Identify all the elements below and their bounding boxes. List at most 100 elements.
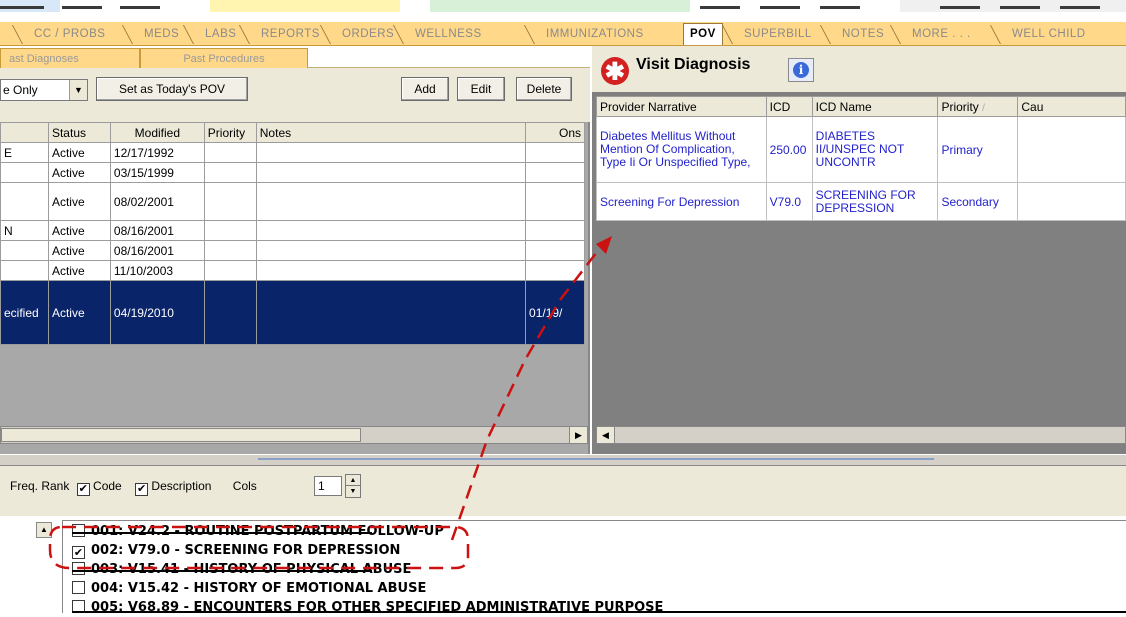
- code-checkbox[interactable]: ✔: [76, 483, 90, 496]
- tab-label: WELLNESS: [415, 28, 482, 40]
- table-cell: [0, 240, 49, 261]
- table-cell: [203, 162, 257, 183]
- list-item[interactable]: 004: V15.42 - HISTORY OF EMOTIONAL ABUSE: [72, 579, 426, 598]
- pov-pick-list: ▲ 001: V24.2 - ROUTINE POSTPARTUM FOLLOW…: [0, 516, 1126, 615]
- table-row[interactable]: Diabetes Mellitus Without Mention Of Com…: [596, 116, 1126, 183]
- description-checkbox[interactable]: ✔: [135, 483, 149, 496]
- horizontal-scrollbar[interactable]: ▶: [0, 426, 588, 444]
- tab-label: MORE . . .: [912, 28, 971, 40]
- set-todays-pov-button[interactable]: Set as Today's POV: [96, 77, 248, 101]
- cols-stepper[interactable]: ▲ ▼: [345, 474, 361, 498]
- list-item-checkbox[interactable]: [72, 581, 85, 594]
- scrollbar-thumb[interactable]: [1, 428, 361, 442]
- info-icon: i: [793, 62, 809, 78]
- tab-more[interactable]: MORE . . .: [889, 24, 971, 45]
- top-strip: [0, 0, 1126, 22]
- table-row[interactable]: N Active 08/16/2001: [0, 220, 585, 241]
- table-row[interactable]: Active 11/10/2003: [0, 260, 585, 281]
- tab-reports[interactable]: REPORTS: [238, 24, 320, 45]
- horizontal-scrollbar[interactable]: ◀: [596, 426, 1126, 444]
- column-header[interactable]: Priority: [203, 122, 257, 143]
- table-row[interactable]: Active 08/02/2001: [0, 182, 585, 221]
- table-row[interactable]: E Active 12/17/1992: [0, 142, 585, 163]
- options-row: Freq. Rank ✔ Code ✔ Description Cols: [10, 479, 257, 496]
- table-cell: 03/15/1999: [109, 162, 205, 183]
- table-row[interactable]: Active 03/15/1999: [0, 162, 585, 183]
- column-header[interactable]: ICD Name: [811, 96, 939, 117]
- table-cell: [525, 142, 585, 163]
- table-cell: [255, 240, 527, 261]
- info-button[interactable]: i: [788, 58, 814, 82]
- column-header[interactable]: [0, 122, 49, 143]
- table-cell: [203, 260, 257, 281]
- table-cell: [255, 260, 527, 281]
- table-cell: [203, 280, 257, 345]
- scroll-left-arrow-icon[interactable]: ◀: [597, 427, 615, 443]
- list-item-checkbox[interactable]: [72, 524, 85, 537]
- column-header[interactable]: Modified: [109, 122, 205, 143]
- past-diagnoses-panel: ast Diagnoses Past Procedures e Only ▼ S…: [0, 46, 590, 454]
- column-header[interactable]: ICD: [765, 96, 813, 117]
- strikethrough-line: [72, 570, 372, 572]
- visit-diagnosis-header: Visit Diagnosis i: [592, 46, 1126, 92]
- add-button[interactable]: Add: [401, 77, 449, 101]
- table-cell: 08/16/2001: [109, 240, 205, 261]
- delete-button[interactable]: Delete: [516, 77, 572, 101]
- tab-well-child[interactable]: WELL CHILD: [989, 24, 1086, 45]
- cols-input[interactable]: 1: [314, 476, 342, 496]
- splitter-grip[interactable]: [258, 458, 934, 460]
- horizontal-splitter[interactable]: [0, 454, 1126, 466]
- tab-label: REPORTS: [261, 28, 320, 40]
- list-item[interactable]: 005: V68.89 - ENCOUNTERS FOR OTHER SPECI…: [72, 598, 663, 617]
- filter-dropdown[interactable]: e Only ▼: [0, 79, 88, 101]
- column-header[interactable]: Notes: [255, 122, 527, 143]
- tab-meds[interactable]: MEDS: [121, 24, 180, 45]
- list-item-checkbox[interactable]: ✔: [72, 546, 85, 559]
- column-header[interactable]: Cau: [1017, 96, 1126, 117]
- column-header[interactable]: Ons: [525, 122, 585, 143]
- tab-labs[interactable]: LABS: [182, 24, 236, 45]
- tab-wellness[interactable]: WELLNESS: [392, 24, 482, 45]
- tab-label: MEDS: [144, 28, 180, 40]
- chevron-down-icon[interactable]: ▼: [69, 80, 87, 100]
- column-header[interactable]: Provider Narrative: [596, 96, 767, 117]
- tab-notes[interactable]: NOTES: [819, 24, 885, 45]
- table-row[interactable]: Active 08/16/2001: [0, 240, 585, 261]
- table-cell: [203, 142, 257, 163]
- scroll-up-arrow-icon[interactable]: ▲: [36, 522, 52, 538]
- color-segment: [210, 0, 400, 12]
- table-cell: [0, 260, 49, 281]
- table-cell: Active: [47, 260, 111, 281]
- tab-superbill[interactable]: SUPERBILL: [721, 24, 812, 45]
- tab-label: WELL CHILD: [1012, 28, 1086, 40]
- table-cell: 08/02/2001: [109, 182, 205, 221]
- stepper-up-icon[interactable]: ▲: [346, 475, 360, 486]
- stepper-down-icon[interactable]: ▼: [346, 486, 360, 497]
- tab-label: POV: [690, 28, 716, 40]
- table-cell: 01/19/: [525, 280, 585, 345]
- table-row[interactable]: Screening For Depression V79.0 SCREENING…: [596, 182, 1126, 221]
- table-row-selected[interactable]: ecified Active 04/19/2010 01/19/: [0, 280, 585, 345]
- column-header[interactable]: Status: [47, 122, 111, 143]
- table-cell: Active: [47, 182, 111, 221]
- subtab-past-diagnoses[interactable]: ast Diagnoses: [0, 48, 140, 68]
- scroll-right-arrow-icon[interactable]: ▶: [569, 427, 587, 443]
- tab-immunizations[interactable]: IMMUNIZATIONS: [523, 24, 644, 45]
- table-cell: [525, 182, 585, 221]
- subtab-past-procedures[interactable]: Past Procedures: [140, 48, 308, 68]
- pick-list-options-bar: Freq. Rank ✔ Code ✔ Description Cols 1 ▲…: [0, 466, 1126, 516]
- tab-label: NOTES: [842, 28, 885, 40]
- edit-button[interactable]: Edit: [457, 77, 505, 101]
- table-cell: Primary: [937, 116, 1019, 183]
- divider: [760, 6, 800, 9]
- table-cell: Diabetes Mellitus Without Mention Of Com…: [596, 116, 767, 183]
- list-item[interactable]: ✔ 002: V79.0 - SCREENING FOR DEPRESSION: [72, 541, 400, 560]
- tab-pov[interactable]: POV: [683, 23, 723, 45]
- list-item-checkbox[interactable]: [72, 562, 85, 575]
- divider: [820, 6, 860, 9]
- divider: [0, 6, 44, 9]
- tab-orders[interactable]: ORDERS: [319, 24, 394, 45]
- tab-cc-probs[interactable]: CC / PROBS: [11, 24, 105, 45]
- table-cell: Active: [47, 162, 111, 183]
- column-header[interactable]: Priority /: [937, 96, 1019, 117]
